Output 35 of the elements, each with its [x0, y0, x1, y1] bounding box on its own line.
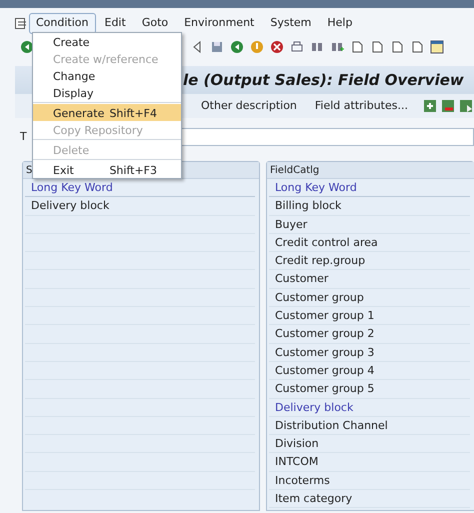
- table-cell: Customer: [269, 270, 470, 289]
- table-cell: Delivery block: [25, 197, 255, 216]
- table-cell: Customer group 5: [269, 380, 470, 399]
- menu-item[interactable]: Change: [33, 67, 181, 84]
- menu-item[interactable]: Environment: [177, 13, 262, 34]
- table-cell: Item category: [269, 490, 470, 508]
- field-label: T: [20, 128, 27, 145]
- menu-item[interactable]: Help: [320, 13, 360, 34]
- menu-item[interactable]: Edit: [98, 13, 133, 34]
- menu-item[interactable]: Generate Shift+F4: [33, 104, 181, 121]
- table-cell: Customer group 4: [269, 362, 470, 380]
- table-cell: Long Key Word: [269, 179, 470, 198]
- table-cell: Customer group: [269, 288, 470, 308]
- menu-item[interactable]: System: [263, 13, 318, 34]
- shortcut-label: Shift+F3: [109, 163, 157, 177]
- table-cell: Credit control area: [269, 234, 470, 252]
- table-cell: Buyer: [269, 216, 470, 234]
- menu-item[interactable]: Create: [33, 33, 181, 50]
- table-cell: Credit rep.group: [269, 252, 470, 270]
- table-cell: Incoterms: [269, 472, 470, 490]
- shortcut-label: Shift+F4: [109, 106, 157, 120]
- table-cell: Customer group 2: [269, 325, 470, 344]
- table-cell: Billing block: [269, 197, 470, 216]
- menu-item[interactable]: Goto: [134, 13, 176, 34]
- toolbar-button[interactable]: Other description: [198, 96, 300, 116]
- table-cell: Distribution Channel: [269, 416, 470, 436]
- table-cell: INTCOM: [269, 453, 470, 472]
- table-cell: Customer group 1: [269, 307, 470, 326]
- menu-item[interactable]: Condition: [29, 13, 96, 34]
- table-cell: Delivery block: [269, 398, 470, 417]
- menu-item[interactable]: Exit Shift+F3: [33, 161, 181, 178]
- toolbar-button[interactable]: Field attributes...: [312, 96, 411, 116]
- table-cell: Customer group 3: [269, 344, 470, 362]
- table-cell: Division: [269, 435, 470, 454]
- column-header: FieldCatlg: [267, 162, 474, 179]
